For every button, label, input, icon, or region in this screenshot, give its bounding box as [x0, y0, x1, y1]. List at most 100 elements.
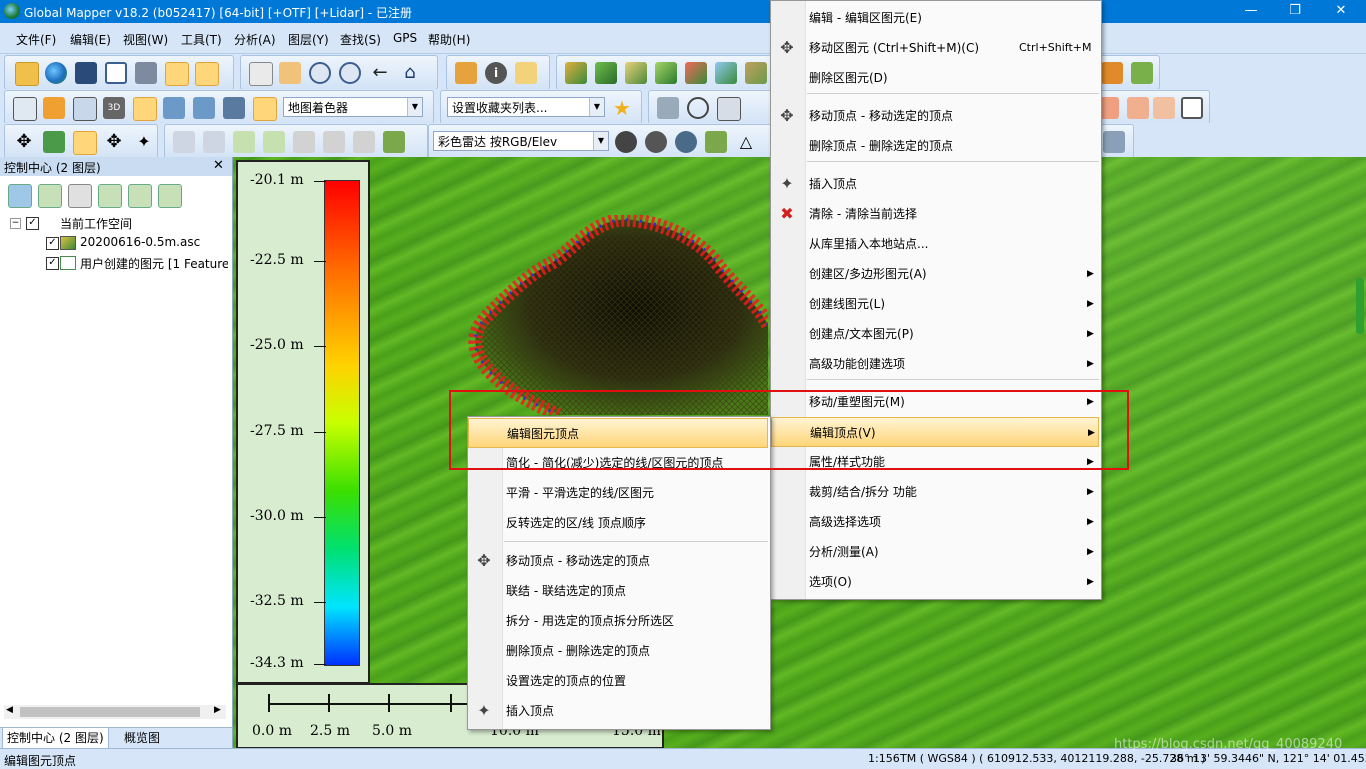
- lighting-icon[interactable]: [43, 97, 65, 119]
- context-menu-item[interactable]: 删除区图元(D): [771, 63, 1099, 93]
- context-menu-item[interactable]: 高级选择选项 ▶: [771, 507, 1099, 537]
- move-icon[interactable]: ✥: [13, 131, 35, 153]
- shader-combo[interactable]: 地图着色器 ▼: [283, 97, 423, 117]
- menu-search[interactable]: 查找(S): [340, 31, 381, 48]
- pencil-icon[interactable]: [1101, 62, 1123, 84]
- context-menu-item[interactable]: 裁剪/结合/拆分 功能 ▶: [771, 477, 1099, 507]
- tab-control-center[interactable]: 控制中心 (2 图层): [2, 728, 109, 749]
- workspace-checkbox[interactable]: ✓: [26, 217, 39, 230]
- wrench-icon[interactable]: [135, 62, 157, 84]
- tab-overview[interactable]: 概览图: [124, 728, 160, 748]
- pin-add-icon[interactable]: [1127, 97, 1149, 119]
- submenu-item[interactable]: 联结 - 联结选定的顶点: [468, 576, 768, 606]
- context-menu-item[interactable]: 创建线图元(L) ▶: [771, 289, 1099, 319]
- profile-icon[interactable]: [745, 62, 767, 84]
- classify-icon[interactable]: [705, 131, 727, 153]
- menu-analysis[interactable]: 分析(A): [234, 31, 276, 48]
- gear-icon[interactable]: [645, 131, 667, 153]
- user-icon[interactable]: [1103, 131, 1125, 153]
- map-icon[interactable]: [195, 62, 219, 86]
- submenu-item[interactable]: 拆分 - 用选定的顶点拆分所选区: [468, 606, 768, 636]
- context-menu-item[interactable]: 选项(O) ▶: [771, 567, 1099, 597]
- layer-checkbox[interactable]: ✓: [46, 237, 59, 250]
- insert-vertex-icon[interactable]: ✦: [133, 131, 155, 153]
- submenu-item[interactable]: 删除顶点 - 删除选定的顶点: [468, 636, 768, 666]
- submenu-item[interactable]: 平滑 - 平滑选定的线/区图元: [468, 478, 768, 508]
- split-view-icon[interactable]: [73, 97, 97, 121]
- context-menu-item[interactable]: 编辑 - 编辑区图元(E): [771, 3, 1099, 33]
- menu-tools[interactable]: 工具(T): [181, 31, 222, 48]
- lidar-icon[interactable]: [223, 97, 245, 119]
- gear-icon[interactable]: [675, 131, 697, 153]
- context-menu-item[interactable]: 从库里插入本地站点...: [771, 229, 1099, 259]
- info-icon[interactable]: i: [485, 62, 507, 84]
- layer-close-icon[interactable]: [68, 184, 92, 208]
- connect-icon[interactable]: [263, 131, 285, 153]
- context-menu-item[interactable]: 创建点/文本图元(P) ▶: [771, 319, 1099, 349]
- menu-gps[interactable]: GPS: [393, 31, 417, 45]
- 3d-view-icon[interactable]: 3D: [103, 97, 125, 119]
- window-icon[interactable]: [105, 62, 127, 84]
- measure-icon[interactable]: [455, 62, 477, 84]
- terrain-icon[interactable]: [565, 62, 587, 84]
- ruler-icon[interactable]: [383, 131, 405, 153]
- layer-checkbox[interactable]: ✓: [46, 257, 59, 270]
- mountain-shader-icon[interactable]: [253, 97, 277, 121]
- context-menu-item[interactable]: 创建区/多边形图元(A) ▶: [771, 259, 1099, 289]
- grid-edit-icon[interactable]: [717, 97, 741, 121]
- copy-icon[interactable]: [323, 131, 345, 153]
- grid-icon[interactable]: [13, 97, 37, 121]
- volume-icon[interactable]: [655, 62, 677, 84]
- horizontal-scrollbar[interactable]: ◀ ▶: [4, 705, 226, 719]
- back-arrow-icon[interactable]: ←: [369, 62, 391, 84]
- slope-icon[interactable]: [625, 62, 647, 84]
- menu-layer[interactable]: 图层(Y): [288, 31, 329, 48]
- menu-help[interactable]: 帮助(H): [428, 31, 470, 48]
- close-icon[interactable]: ✕: [213, 158, 224, 173]
- open-folder-icon[interactable]: [15, 62, 39, 86]
- layers-icon[interactable]: [165, 62, 189, 86]
- warning-triangle-icon[interactable]: △: [735, 131, 757, 153]
- submenu-item[interactable]: ✦ 插入顶点: [468, 696, 768, 726]
- context-menu-item[interactable]: ✦ 插入顶点: [771, 169, 1099, 199]
- move-vertex-icon[interactable]: ✥: [103, 131, 125, 153]
- combine-icon[interactable]: [293, 131, 315, 153]
- water-level-icon[interactable]: [163, 97, 185, 119]
- shader-icon[interactable]: [133, 97, 157, 121]
- line-icon[interactable]: [173, 131, 195, 153]
- scroll-thumb[interactable]: [20, 707, 200, 717]
- home-icon[interactable]: ⌂: [399, 62, 421, 84]
- split-line-icon[interactable]: [203, 131, 225, 153]
- watershed-icon[interactable]: [715, 62, 737, 84]
- submenu-item[interactable]: 设置选定的顶点的位置: [468, 666, 768, 696]
- select-arrow-icon[interactable]: [43, 131, 65, 153]
- save-icon[interactable]: [75, 62, 97, 84]
- target-icon[interactable]: [687, 97, 709, 119]
- layer-search-icon[interactable]: [8, 184, 32, 208]
- layer-item[interactable]: 20200616-0.5m.asc: [80, 235, 200, 249]
- screen-capture-icon[interactable]: [1181, 97, 1203, 119]
- menu-view[interactable]: 视图(W): [123, 31, 168, 48]
- pin-edit-icon[interactable]: [1153, 97, 1175, 119]
- contour-icon[interactable]: [595, 62, 617, 84]
- scroll-left-icon[interactable]: ◀: [6, 705, 13, 715]
- lidar-combo[interactable]: 彩色雷达 按RGB/Elev ▼: [433, 131, 609, 151]
- zoom-in-icon[interactable]: [309, 62, 331, 84]
- map-scroll-indicator[interactable]: [1356, 278, 1364, 334]
- selected-area-feature[interactable]: [468, 215, 768, 415]
- star-icon[interactable]: ★: [611, 97, 633, 119]
- edit-vertex-icon[interactable]: [73, 131, 97, 155]
- favorites-combo[interactable]: 设置收藏夹列表... ▼: [447, 97, 605, 117]
- context-menu-item[interactable]: 删除顶点 - 删除选定的顶点: [771, 131, 1099, 161]
- minimize-button[interactable]: —: [1236, 2, 1266, 20]
- context-menu-item[interactable]: ✥ 移动区图元 (Ctrl+Shift+M)(C) Ctrl+Shift+M: [771, 33, 1099, 63]
- layer-zoom-icon[interactable]: [128, 184, 152, 208]
- crop-icon[interactable]: [353, 131, 375, 153]
- collapse-icon[interactable]: −: [10, 218, 21, 229]
- water-drop-icon[interactable]: [193, 97, 215, 119]
- restore-button[interactable]: ❐: [1280, 2, 1310, 20]
- pan-hand-icon[interactable]: [279, 62, 301, 84]
- submenu-item[interactable]: ✥ 移动顶点 - 移动选定的顶点: [468, 546, 768, 576]
- gear-icon[interactable]: [615, 131, 637, 153]
- vertex-select-icon[interactable]: [233, 131, 255, 153]
